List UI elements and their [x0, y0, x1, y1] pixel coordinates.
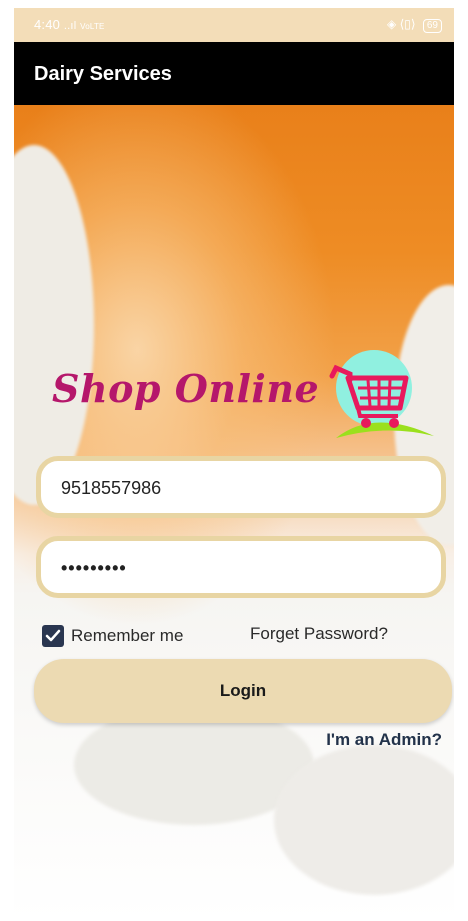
forget-password-link[interactable]: Forget Password?	[250, 624, 388, 644]
username-input[interactable]	[59, 461, 423, 515]
app-title: Dairy Services	[34, 63, 172, 85]
password-field-wrapper	[36, 536, 446, 598]
vibrate-icon: ◈ ⟨▯⟩	[387, 17, 416, 31]
checkmark-icon	[45, 629, 61, 642]
status-time: 4:40 ..ıl VoLTE	[34, 17, 105, 32]
admin-login-link[interactable]: I'm an Admin?	[326, 730, 442, 750]
password-input[interactable]	[59, 541, 423, 595]
username-field-wrapper	[36, 456, 446, 518]
battery-icon: 69	[422, 19, 442, 33]
remember-me-row[interactable]: Remember me	[42, 623, 183, 649]
app-screen: 4:40 ..ıl VoLTE ◈ ⟨▯⟩ 69 Dairy Services …	[14, 8, 454, 921]
status-bar: 4:40 ..ıl VoLTE ◈ ⟨▯⟩ 69	[14, 8, 454, 42]
login-button[interactable]: Login	[34, 659, 452, 723]
signal-icon: ..ıl	[63, 20, 77, 32]
shopping-cart-icon	[329, 350, 434, 438]
status-time-text: 4:40	[34, 17, 61, 32]
shop-online-logo-text: Shop Online	[52, 366, 320, 411]
app-bar: Dairy Services	[14, 42, 454, 105]
remember-me-label: Remember me	[71, 626, 184, 645]
remember-me-checkbox[interactable]	[42, 625, 64, 647]
volte-icon: VoLTE	[80, 22, 105, 31]
status-icons: ◈ ⟨▯⟩ 69	[387, 17, 442, 33]
